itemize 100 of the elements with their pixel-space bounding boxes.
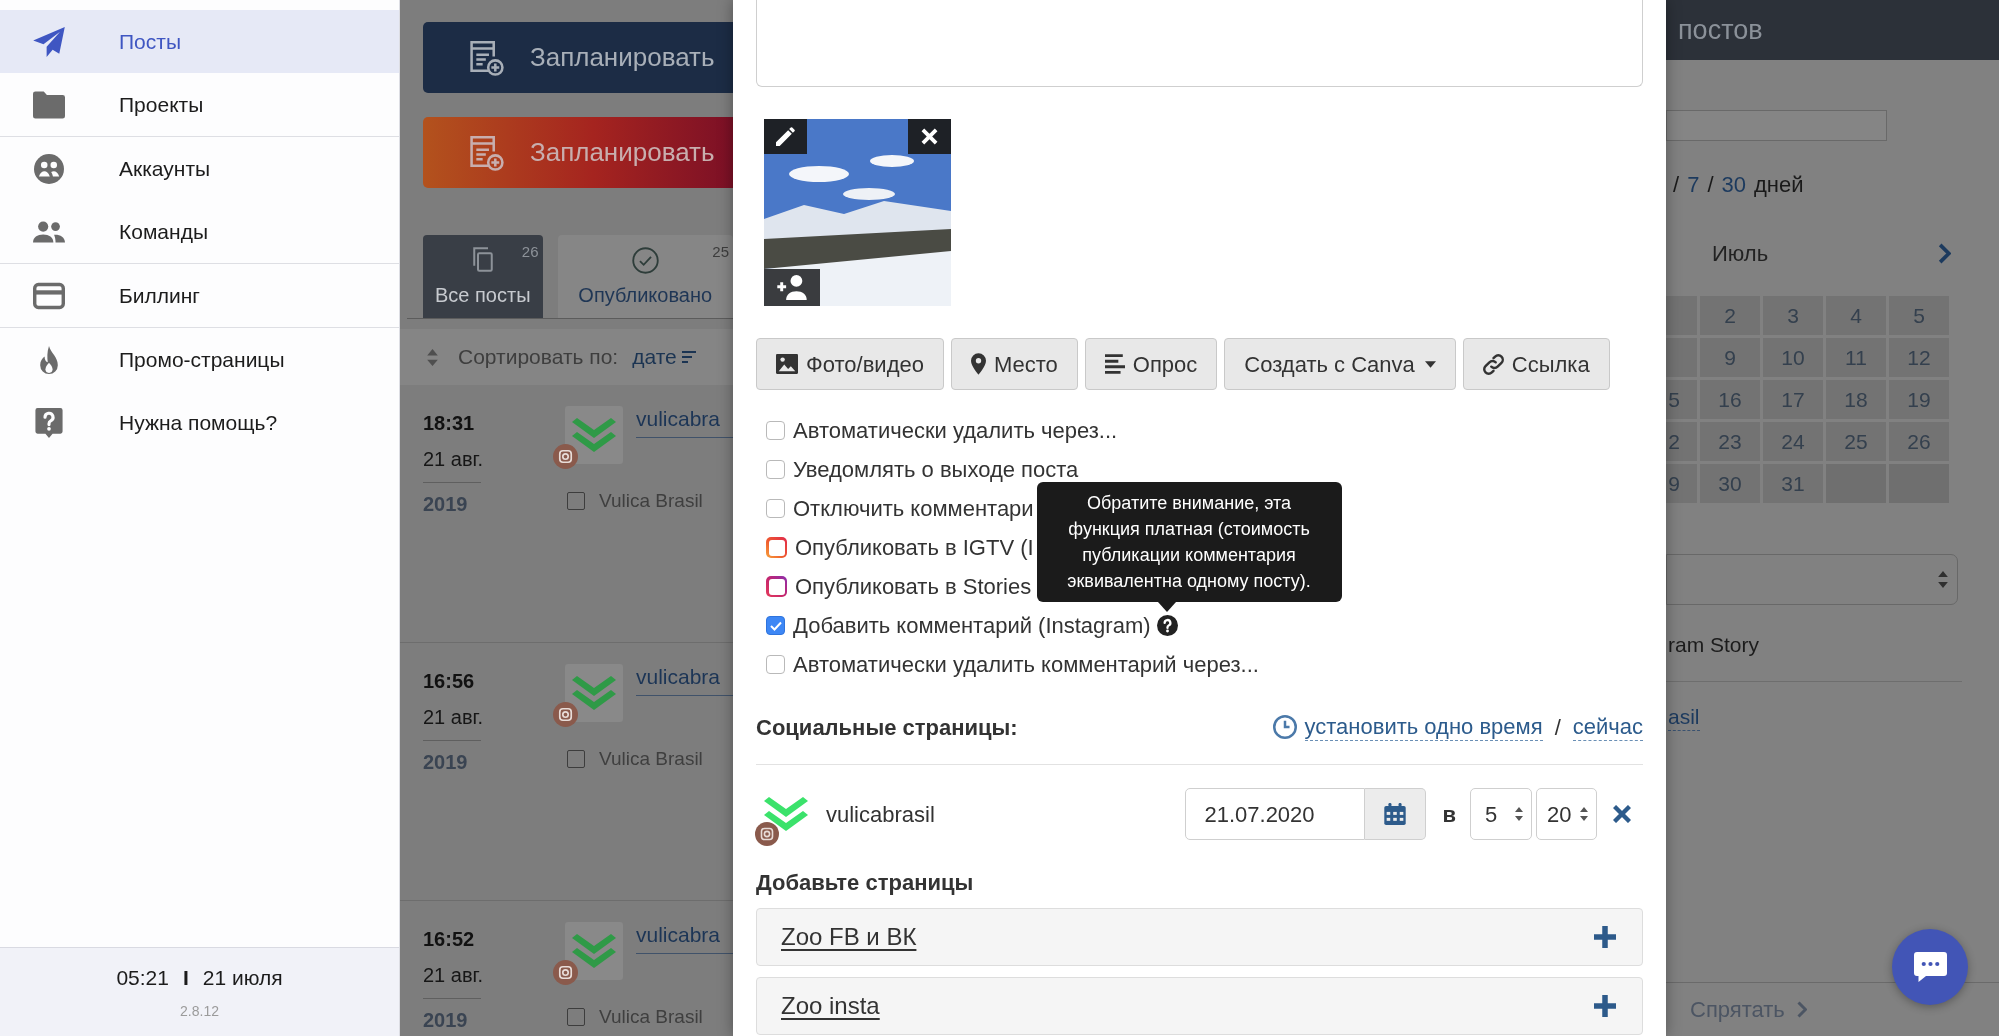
sort-dropdown[interactable]: дате	[632, 341, 696, 373]
checkbox[interactable]	[766, 616, 785, 635]
separator-text: I	[182, 965, 189, 992]
help-icon[interactable]	[1156, 615, 1178, 636]
calendar-day[interactable]: 10	[1763, 338, 1823, 377]
nav-item[interactable]: Команды	[0, 200, 399, 263]
chat-button[interactable]	[1892, 929, 1968, 1005]
page-group-link[interactable]: Zoo FB и ВК	[781, 919, 917, 955]
updown-icon	[1515, 807, 1523, 821]
post-date: 21 авг.	[423, 447, 483, 472]
now-link[interactable]: сейчас	[1572, 713, 1643, 741]
tag-people-button[interactable]	[764, 269, 820, 306]
checkbox[interactable]	[766, 537, 787, 558]
toolbar-button[interactable]: Фото/видео	[756, 338, 944, 390]
calendar-day[interactable]: 24	[1763, 422, 1823, 461]
tab[interactable]: Все посты 26	[423, 235, 543, 318]
post-count: 26	[521, 242, 539, 262]
nav-item[interactable]: Посты	[0, 10, 399, 73]
input-field[interactable]	[1666, 110, 1887, 141]
hour-select[interactable]: 5	[1470, 788, 1532, 840]
toolbar-button[interactable]: Ссылка	[1462, 338, 1610, 390]
schedule-button[interactable]: Запланировать	[423, 117, 733, 188]
close-icon	[921, 128, 938, 145]
remove-photo-button[interactable]	[908, 119, 951, 154]
calendar-day[interactable]: 9	[1666, 464, 1697, 503]
pencil-icon	[776, 127, 795, 146]
panel-title: постов	[1678, 13, 1763, 47]
option-label: Отключить комментари	[793, 495, 1034, 523]
post-date: 21 авг.	[423, 705, 483, 730]
period-link[interactable]: 7	[1687, 168, 1700, 201]
calendar-day[interactable]: 23	[1700, 422, 1760, 461]
separator-text: /	[1707, 171, 1714, 199]
account-logo-icon	[565, 406, 623, 464]
calendar-day[interactable]: 11	[1826, 338, 1886, 377]
chevron-right-icon[interactable]	[1938, 242, 1951, 264]
select-field[interactable]	[1666, 554, 1958, 605]
calendar-day[interactable]: 5	[1889, 296, 1949, 335]
camera-badge-icon	[553, 702, 578, 727]
remove-icon[interactable]	[1613, 805, 1631, 823]
checkbox[interactable]	[766, 460, 785, 479]
checkbox[interactable]	[766, 421, 785, 440]
checkbox[interactable]	[766, 576, 787, 597]
credit-card-icon	[33, 280, 65, 311]
nav-item[interactable]: Проекты	[0, 73, 399, 136]
minute-select[interactable]: 20	[1536, 788, 1597, 840]
plus-icon[interactable]	[1594, 995, 1616, 1017]
story-label: ram Story	[1668, 632, 1759, 658]
calendar-day[interactable]: 4	[1826, 296, 1886, 335]
nav-item[interactable]: Нужна помощь?	[0, 391, 399, 454]
account-logo-icon	[764, 797, 808, 831]
nav-item[interactable]: Промо-страницы	[0, 328, 399, 391]
tooltip: Обратите внимание, эта функция платная (стоимость публикации комментария эквивалентна одному посту).	[1036, 482, 1342, 612]
calendar-day[interactable]: 26	[1889, 422, 1949, 461]
calendar-button[interactable]	[1365, 788, 1427, 840]
calendar-day[interactable]: 25	[1826, 422, 1886, 461]
option-label: Опубликовать в Stories	[795, 573, 1032, 601]
checkbox[interactable]	[766, 499, 785, 518]
section-title: Социальные страницы:	[756, 713, 1018, 742]
people-circle-icon	[33, 153, 65, 184]
checkbox[interactable]	[567, 750, 585, 769]
toolbar-button[interactable]: Место	[950, 338, 1078, 390]
tab[interactable]: Опубликовано 25	[557, 235, 733, 318]
calendar-day[interactable]: 9	[1700, 338, 1760, 377]
calendar-day[interactable]: 2	[1700, 296, 1760, 335]
calendar-day[interactable]: 17	[1763, 380, 1823, 419]
calendar-day[interactable]: 3	[1763, 296, 1823, 335]
post-time: 16:56	[423, 669, 475, 694]
calendar-day[interactable]: 18	[1826, 380, 1886, 419]
set-time-link[interactable]: установить одно время	[1304, 713, 1543, 741]
calendar-day[interactable]: 19	[1889, 380, 1949, 419]
toolbar-button[interactable]: Опрос	[1084, 338, 1218, 390]
map-pin-icon	[970, 353, 986, 375]
edit-button[interactable]	[764, 119, 807, 154]
plus-icon[interactable]	[1594, 926, 1616, 948]
toolbar-button[interactable]: Создать с Canva	[1224, 338, 1456, 390]
unit-label: дней	[1754, 171, 1804, 199]
checkbox[interactable]	[766, 655, 785, 674]
help-bubble-icon	[33, 407, 65, 438]
checkmark-icon	[769, 620, 782, 631]
image-icon	[776, 354, 798, 374]
calendar-day[interactable]: 31	[1763, 464, 1823, 503]
page-group-link[interactable]: Zoo insta	[781, 988, 880, 1024]
time-label: 05:21	[116, 965, 169, 992]
nav-item[interactable]: Биллинг	[0, 264, 399, 327]
nav-item[interactable]: Аккаунты	[0, 137, 399, 200]
date-field[interactable]: 21.07.2020	[1185, 788, 1366, 840]
option-label: Автоматически удалить через...	[793, 417, 1118, 445]
checkbox[interactable]	[567, 1008, 585, 1027]
calendar-cell	[1666, 296, 1697, 335]
account-link[interactable]: asil	[1668, 703, 1700, 731]
period-link[interactable]: 30	[1721, 168, 1746, 201]
calendar-day[interactable]: 30	[1700, 464, 1760, 503]
calendar-day[interactable]: 5	[1666, 380, 1697, 419]
checkbox[interactable]	[567, 492, 585, 511]
calendar-day[interactable]: 16	[1700, 380, 1760, 419]
folder-icon	[33, 89, 65, 120]
schedule-button[interactable]: Запланировать	[423, 22, 733, 93]
calendar-day[interactable]: 12	[1889, 338, 1949, 377]
calendar-day[interactable]: 2	[1666, 422, 1697, 461]
clock-icon	[1272, 715, 1297, 739]
